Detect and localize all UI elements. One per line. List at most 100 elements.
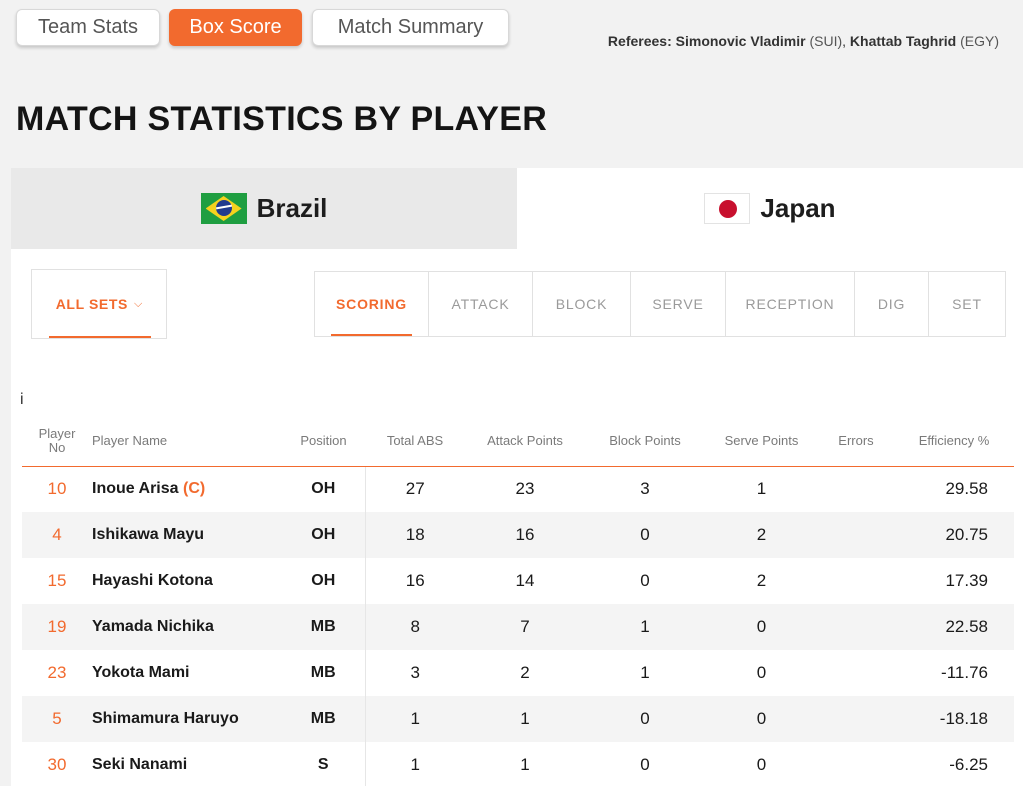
tab-reception[interactable]: RECEPTION xyxy=(726,272,855,336)
table-row: 4 Ishikawa Mayu OH 18 16 0 2 20.75 xyxy=(22,512,1014,558)
player-name-text: Seki Nanami xyxy=(92,756,188,773)
brazil-flag-icon xyxy=(200,193,247,224)
referee-name: Khattab Taghrid xyxy=(849,33,957,49)
player-name-text: Yokota Mami xyxy=(92,664,190,681)
tab-set[interactable]: SET xyxy=(929,272,1005,336)
block-points: 3 xyxy=(585,466,705,512)
table-header-row: Player No Player Name Position Total ABS … xyxy=(22,416,1014,467)
player-position: MB xyxy=(282,650,366,696)
tab-block[interactable]: BLOCK xyxy=(533,272,631,336)
player-name[interactable]: Yokota Mami xyxy=(92,650,282,696)
table-row: 10 Inoue Arisa (C) OH 27 23 3 1 29.58 xyxy=(22,466,1014,512)
tab-label: SCORING xyxy=(336,296,407,312)
efficiency: -6.25 xyxy=(894,742,1014,786)
player-number: 4 xyxy=(22,512,92,558)
attack-points: 7 xyxy=(465,604,585,650)
header-attack-points[interactable]: Attack Points xyxy=(465,416,585,467)
referee-country: (SUI) xyxy=(809,33,843,49)
team-tab-brazil[interactable]: Brazil xyxy=(11,168,517,249)
block-points: 1 xyxy=(585,650,705,696)
table-row: 30 Seki Nanami S 1 1 0 0 -6.25 xyxy=(22,742,1014,786)
player-number: 15 xyxy=(22,558,92,604)
referees-label: Referees: xyxy=(607,33,672,49)
info-icon[interactable]: i xyxy=(20,391,24,409)
total-abs: 1 xyxy=(365,696,465,742)
player-name-text: Inoue Arisa xyxy=(92,480,179,498)
errors xyxy=(818,742,894,786)
player-position: MB xyxy=(282,696,366,742)
player-name[interactable]: Shimamura Haruyo xyxy=(92,696,282,742)
tab-serve[interactable]: SERVE xyxy=(631,272,726,336)
player-number: 30 xyxy=(22,742,92,786)
block-points: 0 xyxy=(585,512,705,558)
block-points: 0 xyxy=(585,696,705,742)
player-position: S xyxy=(282,742,366,786)
player-name[interactable]: Ishikawa Mayu xyxy=(92,512,282,558)
player-number: 10 xyxy=(22,466,92,512)
player-name-text: Yamada Nichika xyxy=(92,618,214,635)
player-name-text: Ishikawa Mayu xyxy=(92,526,205,543)
tab-dig[interactable]: DIG xyxy=(855,272,929,336)
header-position[interactable]: Position xyxy=(282,416,365,467)
serve-points: 0 xyxy=(705,742,818,786)
attack-points: 23 xyxy=(465,466,585,512)
errors xyxy=(818,466,894,512)
attack-points: 2 xyxy=(465,650,585,696)
tab-label: SERVE xyxy=(652,296,704,312)
referees-info: Referees: Simonovic Vladimir (SUI), Khat… xyxy=(607,33,999,49)
tab-label: ATTACK xyxy=(451,296,510,312)
efficiency: 17.39 xyxy=(894,558,1014,604)
total-abs: 3 xyxy=(365,650,465,696)
active-tab-underline xyxy=(331,334,412,336)
stat-category-tabs: SCORING ATTACK BLOCK SERVE RECEPTION DIG… xyxy=(314,271,1006,337)
header-total-abs[interactable]: Total ABS xyxy=(365,416,465,467)
team-name: Japan xyxy=(760,193,836,223)
total-abs: 18 xyxy=(365,512,465,558)
chevron-down-icon: ⌵ xyxy=(133,297,143,310)
table-row: 23 Yokota Mami MB 3 2 1 0 -11.76 xyxy=(22,650,1014,696)
table-row: 19 Yamada Nichika MB 8 7 1 0 22.58 xyxy=(22,604,1014,650)
referee-country: (EGY) xyxy=(960,33,999,49)
header-block-points[interactable]: Block Points xyxy=(585,416,705,467)
header-label: No xyxy=(48,439,66,455)
efficiency: -11.76 xyxy=(894,650,1014,696)
errors xyxy=(818,558,894,604)
header-player-no[interactable]: Player No xyxy=(22,416,92,467)
player-name[interactable]: Inoue Arisa (C) xyxy=(92,466,282,512)
player-name-text: Hayashi Kotona xyxy=(92,572,213,589)
block-points: 0 xyxy=(585,558,705,604)
attack-points: 16 xyxy=(465,512,585,558)
efficiency: 29.58 xyxy=(894,466,1014,512)
player-name[interactable]: Seki Nanami xyxy=(92,742,282,786)
tab-attack[interactable]: ATTACK xyxy=(429,272,533,336)
player-number: 23 xyxy=(22,650,92,696)
header-efficiency[interactable]: Efficiency % xyxy=(894,416,1014,467)
all-sets-dropdown[interactable]: ALL SETS ⌵ xyxy=(31,269,167,339)
tab-scoring[interactable]: SCORING xyxy=(315,272,429,336)
page-title: MATCH STATISTICS BY PLAYER xyxy=(16,100,548,138)
attack-points: 1 xyxy=(465,696,585,742)
player-stats-table: Player No Player Name Position Total ABS … xyxy=(22,416,1014,786)
table-row: 15 Hayashi Kotona OH 16 14 0 2 17.39 xyxy=(22,558,1014,604)
player-name[interactable]: Yamada Nichika xyxy=(92,604,282,650)
player-name[interactable]: Hayashi Kotona xyxy=(92,558,282,604)
team-tab-japan[interactable]: Japan xyxy=(517,168,1023,249)
tab-match-summary[interactable]: Match Summary xyxy=(312,9,509,46)
tab-team-stats[interactable]: Team Stats xyxy=(16,9,160,46)
referee-name: Simonovic Vladimir xyxy=(675,33,806,49)
tab-box-score[interactable]: Box Score xyxy=(169,9,302,46)
team-selector: Brazil Japan xyxy=(11,168,1023,249)
efficiency: -18.18 xyxy=(894,696,1014,742)
header-player-name[interactable]: Player Name xyxy=(92,416,282,467)
header-errors[interactable]: Errors xyxy=(818,416,894,467)
all-sets-label: ALL SETS xyxy=(55,296,128,312)
block-points: 0 xyxy=(585,742,705,786)
header-serve-points[interactable]: Serve Points xyxy=(705,416,818,467)
player-number: 5 xyxy=(22,696,92,742)
total-abs: 1 xyxy=(365,742,465,786)
errors xyxy=(818,696,894,742)
header-label: Player xyxy=(38,425,76,441)
captain-badge: (C) xyxy=(183,480,206,498)
efficiency: 22.58 xyxy=(894,604,1014,650)
player-position: OH xyxy=(282,512,366,558)
